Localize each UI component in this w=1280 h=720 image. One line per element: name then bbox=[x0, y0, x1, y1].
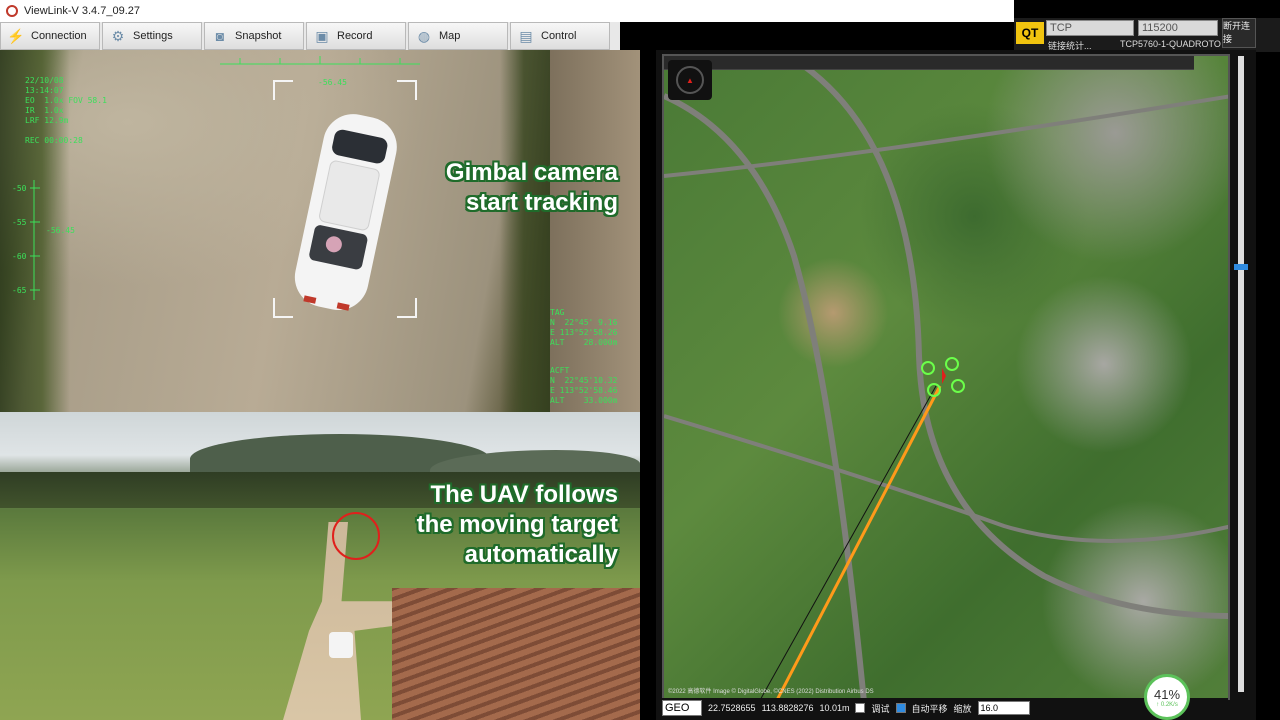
moving-target-car bbox=[329, 632, 353, 658]
map-status-bar: GEO 22.7528655 113.8828276 10.01m 调试 自动平… bbox=[662, 698, 1228, 718]
map-button[interactable]: ◍ Map bbox=[408, 22, 508, 50]
gear-icon: ⚙ bbox=[111, 27, 125, 44]
hud-rec: REC 00:00:28 bbox=[25, 136, 83, 145]
main-toolbar: ⚡ Connection ⚙ Settings ◙ Snapshot ▣ Rec… bbox=[0, 22, 620, 50]
hud-tag-block: TAG N 22°45' 9.16 E 113°52'58.26 ALT 28.… bbox=[550, 308, 618, 347]
auto-pan-checkbox[interactable] bbox=[895, 703, 906, 713]
app-logo-icon bbox=[6, 5, 18, 17]
auto-pan-label: 自动平移 bbox=[911, 703, 948, 714]
hud-date: 22/10/08 bbox=[25, 76, 64, 85]
battery-gauge: 41% ↑ 0.2K/s bbox=[1144, 674, 1190, 720]
map-header-bar bbox=[664, 56, 1194, 70]
map-label: Map bbox=[439, 30, 461, 42]
map-overlay bbox=[664, 63, 1228, 698]
title-bar: ViewLink-V 3.4.7_09.27 bbox=[0, 0, 1014, 22]
connection-button[interactable]: ⚡ Connection bbox=[0, 22, 100, 50]
caption-gimbal-tracking: Gimbal camera start tracking bbox=[445, 159, 618, 216]
snapshot-button[interactable]: ◙ Snapshot bbox=[204, 22, 304, 50]
gcs-logo-icon: QT bbox=[1016, 22, 1044, 44]
connection-label: Connection bbox=[31, 30, 87, 42]
tracking-bracket-tl bbox=[273, 80, 293, 100]
record-icon: ▣ bbox=[315, 27, 329, 44]
globe-icon: ◍ bbox=[417, 27, 431, 44]
pitch-value: -56.45 bbox=[46, 226, 75, 235]
camera-icon: ◙ bbox=[215, 28, 225, 44]
window-title: ViewLink-V 3.4.7_09.27 bbox=[24, 5, 140, 17]
protocol-select[interactable]: TCP bbox=[1046, 20, 1134, 36]
compass-widget[interactable]: ▲ bbox=[668, 60, 712, 100]
longitude-value: 113.8828276 bbox=[761, 703, 814, 713]
hud-lrf: LRF 12.9m bbox=[25, 116, 69, 125]
coord-system-select[interactable]: GEO bbox=[662, 700, 702, 716]
hud-top-readout: -56.45 bbox=[318, 78, 347, 87]
pitch-tick-55: -55 bbox=[12, 218, 27, 227]
map-vertical-scrollbar[interactable] bbox=[1238, 56, 1244, 692]
baud-select[interactable]: 115200 bbox=[1138, 20, 1218, 36]
zoom-input[interactable]: 16.0 bbox=[977, 701, 1030, 715]
compass-icon: ▲ bbox=[676, 66, 704, 94]
control-icon: ▤ bbox=[519, 27, 533, 44]
settings-button[interactable]: ⚙ Settings bbox=[102, 22, 202, 50]
plowed-field bbox=[392, 588, 640, 720]
dirt-edge bbox=[550, 50, 640, 412]
settings-label: Settings bbox=[133, 30, 173, 42]
pitch-tick-65: -65 bbox=[12, 286, 27, 295]
control-button[interactable]: ▤ Control bbox=[510, 22, 610, 50]
control-label: Control bbox=[541, 30, 577, 42]
heading-scale bbox=[220, 56, 420, 65]
debug-checkbox[interactable] bbox=[855, 703, 866, 713]
map-panel: ▲ ©2022 高德软件 Image © DigitalGlobe, ©CNES… bbox=[656, 50, 1256, 720]
battery-percent: 41% bbox=[1153, 686, 1181, 702]
tracking-bracket-bl bbox=[273, 298, 293, 318]
pitch-tick-60: -60 bbox=[12, 252, 27, 261]
data-rate: ↑ 0.2K/s bbox=[1156, 701, 1178, 708]
device-label: TCP5760-1-QUADROTO bbox=[1120, 39, 1221, 49]
hud-acft-block: ACFT N 22°45'10.32 E 113°52'58.46 ALT 33… bbox=[550, 366, 618, 405]
app-window: ViewLink-V 3.4.7_09.27 ⚡ Connection ⚙ Se… bbox=[0, 0, 1280, 720]
map-attribution: ©2022 高德软件 Image © DigitalGlobe, ©CNES (… bbox=[668, 689, 874, 695]
record-button[interactable]: ▣ Record bbox=[306, 22, 406, 50]
record-label: Record bbox=[337, 30, 373, 42]
ground-observer-view: The UAV follows the moving target automa… bbox=[0, 412, 640, 720]
gimbal-camera-view[interactable]: 22/10/08 13:14:07 EO 1.0x FOV 58.1 IR 1.… bbox=[0, 50, 640, 412]
pitch-ladder bbox=[30, 180, 40, 300]
disconnect-label: 断开连接 bbox=[1223, 21, 1251, 44]
drone-marker bbox=[921, 357, 965, 397]
hud-eo: EO 1.0x FOV 58.1 bbox=[25, 96, 107, 105]
altitude-value: 10.01m bbox=[819, 703, 850, 713]
hud-ir: IR 1.0x bbox=[25, 106, 64, 115]
debug-label: 调试 bbox=[871, 703, 890, 714]
snapshot-label: Snapshot bbox=[235, 30, 282, 42]
satellite-map[interactable]: ▲ ©2022 高德软件 Image © DigitalGlobe, ©CNES… bbox=[662, 54, 1230, 700]
map-scroll-thumb[interactable] bbox=[1234, 264, 1248, 270]
plug-icon: ⚡ bbox=[7, 27, 25, 44]
tracking-bracket-br bbox=[397, 298, 417, 318]
latitude-value: 22.7528655 bbox=[708, 703, 756, 713]
zoom-label: 缩放 bbox=[953, 703, 972, 714]
disconnect-button[interactable]: 断开连接 bbox=[1222, 18, 1256, 48]
caption-uav-follows: The UAV follows the moving target automa… bbox=[416, 481, 618, 568]
tracking-bracket-tr bbox=[397, 80, 417, 100]
hud-time: 13:14:07 bbox=[25, 86, 64, 95]
pitch-tick-50: -50 bbox=[12, 184, 27, 193]
